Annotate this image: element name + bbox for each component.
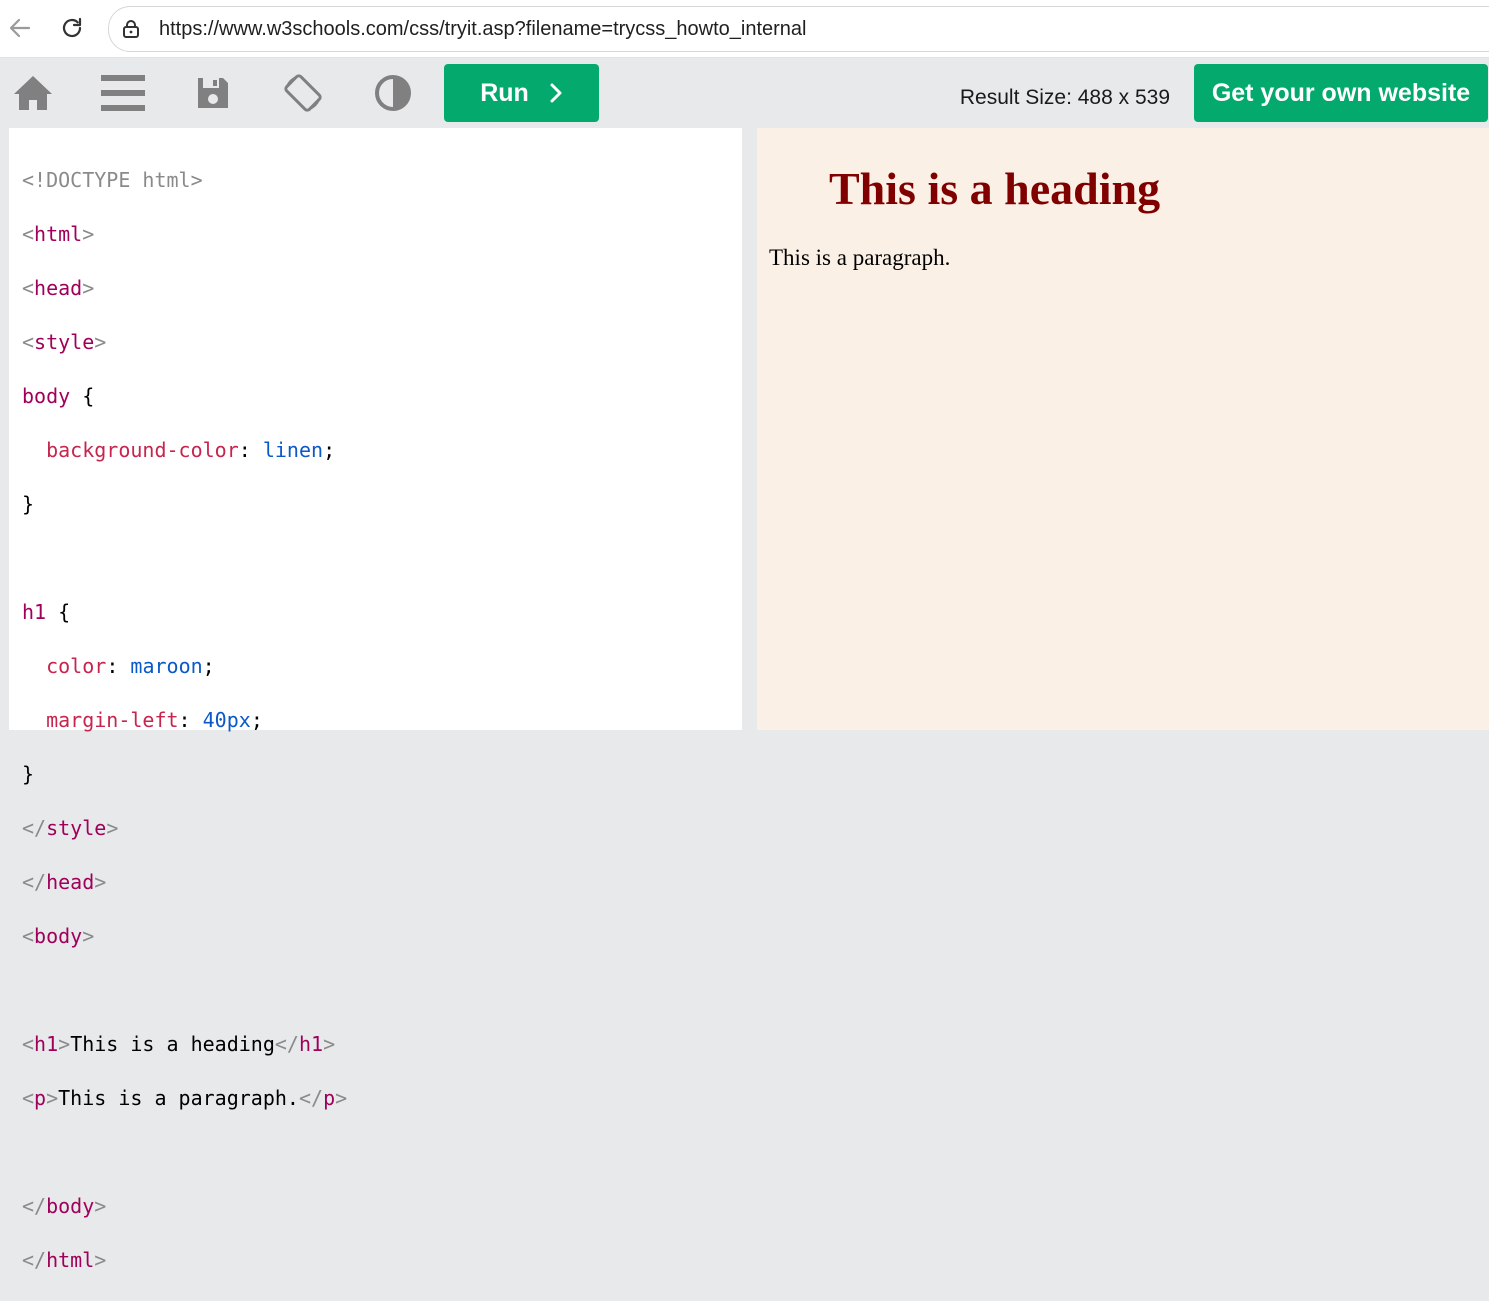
- chevron-right-icon: [550, 83, 562, 103]
- code-token: p: [323, 1086, 336, 1110]
- code-token: 40px: [202, 708, 251, 732]
- doctype-line: <!DOCTYPE html>: [22, 168, 203, 192]
- contrast-icon: [375, 75, 411, 111]
- code-token: linen: [262, 438, 324, 462]
- code-token: html: [34, 222, 83, 246]
- menu-icon: [101, 75, 145, 111]
- run-button[interactable]: Run: [444, 64, 599, 122]
- result-frame[interactable]: This is a heading This is a paragraph.: [757, 128, 1489, 730]
- code-token: style: [46, 816, 107, 840]
- code-token: background-color: [46, 438, 239, 462]
- run-label: Run: [480, 78, 529, 107]
- menu-button[interactable]: [100, 70, 146, 116]
- home-icon: [14, 76, 52, 110]
- code-token: maroon: [130, 654, 203, 678]
- reload-button[interactable]: [54, 10, 90, 46]
- arrow-left-icon: [9, 18, 31, 38]
- home-button[interactable]: [10, 70, 56, 116]
- code-token: body: [22, 384, 71, 408]
- back-button[interactable]: [2, 10, 38, 46]
- tryit-toolbar: Run Result Size: 488 x 539 Get your own …: [0, 58, 1489, 128]
- save-icon: [198, 78, 228, 108]
- reload-icon: [62, 17, 82, 38]
- code-token: h1: [298, 1032, 324, 1056]
- code-token: h1: [22, 600, 47, 624]
- code-token: p: [34, 1086, 47, 1110]
- code-editor[interactable]: <!DOCTYPE html> <html> <head> <style> bo…: [9, 128, 742, 1272]
- code-token: margin-left: [46, 708, 179, 732]
- rotate-icon: [284, 74, 322, 112]
- code-token: body: [34, 924, 83, 948]
- code-text: <!DOCTYPE html> <html> <head> <style> bo…: [22, 168, 348, 1272]
- code-token: head: [46, 870, 95, 894]
- code-token: This is a heading: [70, 1032, 275, 1056]
- code-token: head: [34, 276, 83, 300]
- code-token: This is a paragraph.: [58, 1086, 299, 1110]
- get-own-website-button[interactable]: Get your own website: [1194, 64, 1488, 122]
- result-heading: This is a heading: [829, 163, 1161, 214]
- url-field[interactable]: https://www.w3schools.com/css/tryit.asp?…: [108, 6, 1489, 52]
- code-token: body: [46, 1194, 95, 1218]
- result-paragraph: This is a paragraph.: [769, 245, 951, 270]
- code-token: style: [34, 330, 95, 354]
- url-text: https://www.w3schools.com/css/tryit.asp?…: [159, 18, 807, 40]
- code-token: color: [46, 654, 107, 678]
- rotate-button[interactable]: [280, 70, 326, 116]
- lock-icon: [123, 20, 139, 38]
- browser-address-bar: https://www.w3schools.com/css/tryit.asp?…: [0, 0, 1489, 58]
- code-token: html: [46, 1248, 95, 1272]
- save-button[interactable]: [190, 70, 236, 116]
- theme-toggle[interactable]: [370, 70, 416, 116]
- result-size-label: Result Size: 488 x 539: [959, 86, 1170, 109]
- code-token: h1: [34, 1032, 59, 1056]
